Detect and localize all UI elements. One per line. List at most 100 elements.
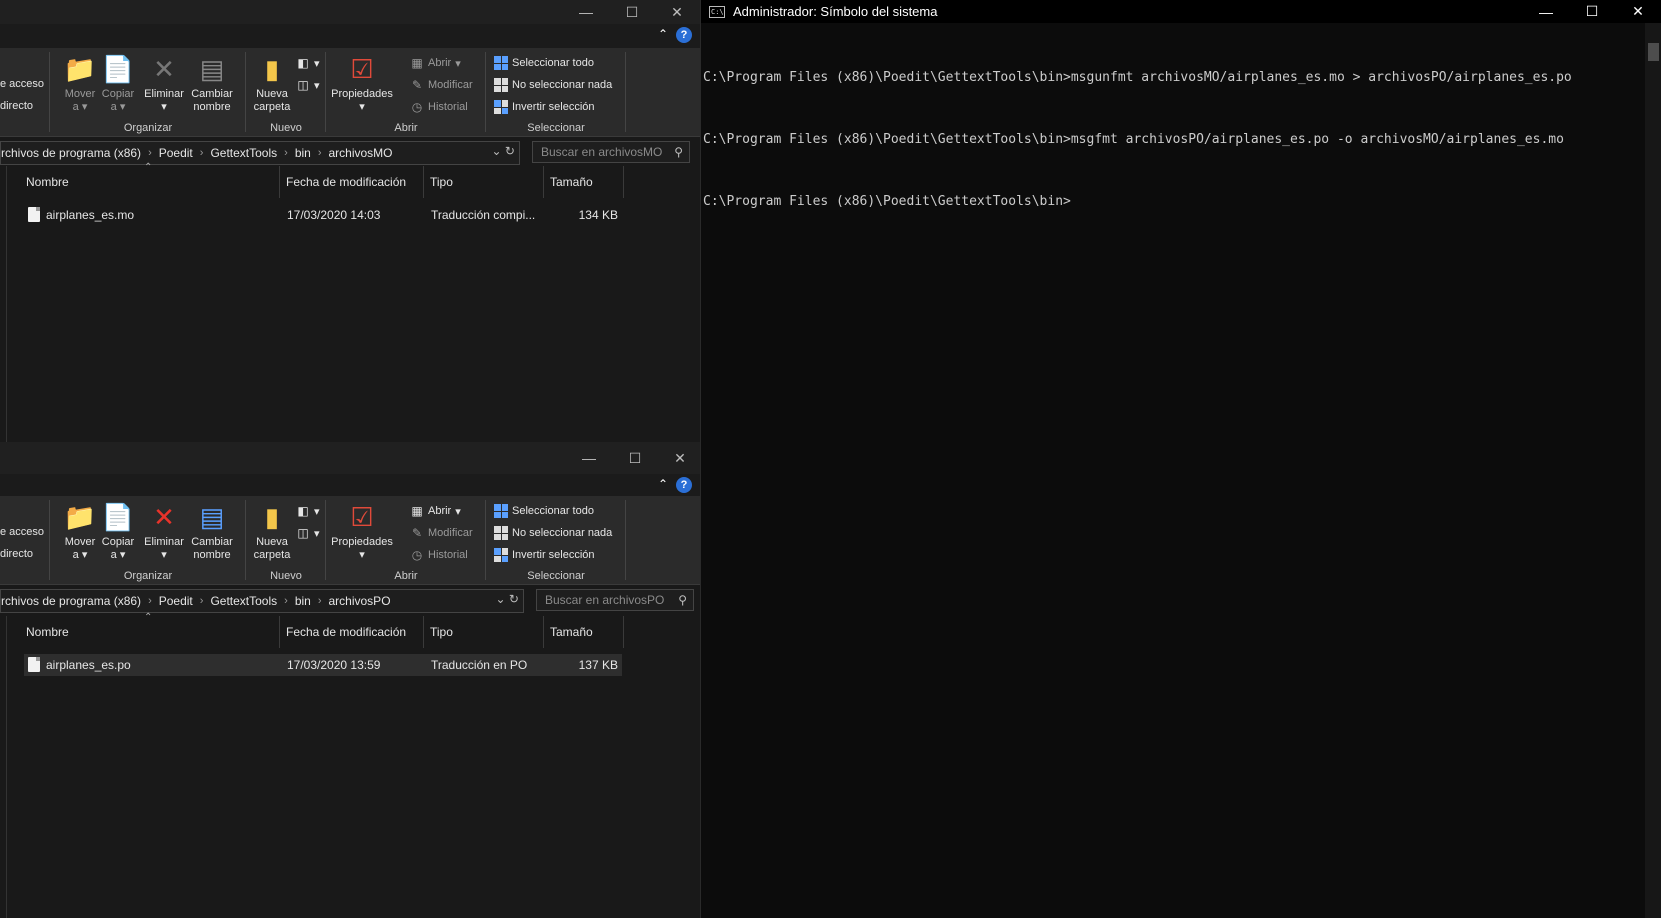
column-header-tamano[interactable]: Tamaño: [544, 616, 624, 648]
help-icon[interactable]: ?: [676, 27, 692, 43]
eliminar-button[interactable]: ✕ Eliminar ▾: [142, 52, 186, 114]
minimize-icon[interactable]: —: [1523, 0, 1569, 23]
modificar-button[interactable]: ✎ Modificar: [410, 526, 473, 540]
scrollbar-thumb[interactable]: [1648, 43, 1659, 61]
maximize-icon[interactable]: ☐: [1569, 0, 1615, 23]
chevron-right-icon[interactable]: ›: [284, 147, 288, 159]
maximize-icon[interactable]: ☐: [609, 0, 655, 24]
chevron-right-icon[interactable]: ›: [148, 147, 152, 159]
file-name: airplanes_es.po: [46, 658, 131, 672]
chevron-right-icon[interactable]: ›: [148, 595, 152, 607]
seleccionar-todo-label: Seleccionar todo: [512, 505, 594, 517]
no-seleccionar-nada-button[interactable]: No seleccionar nada: [494, 526, 612, 540]
seleccionar-todo-button[interactable]: Seleccionar todo: [494, 56, 594, 70]
column-header-nombre[interactable]: Nombre: [20, 166, 280, 198]
column-header-tipo[interactable]: Tipo: [424, 616, 544, 648]
fecha-label: Fecha de modificación: [286, 175, 407, 189]
abrir-button[interactable]: ▦ Abrir ▾: [410, 56, 460, 70]
column-header-tamano[interactable]: Tamaño: [544, 166, 624, 198]
terminal-output[interactable]: C:\Program Files (x86)\Poedit\GettextToo…: [703, 40, 1572, 256]
copiar-a-button[interactable]: 📄 Copiar a ▾: [96, 500, 140, 562]
breadcrumb-item[interactable]: GettextTools: [210, 594, 277, 608]
file-type: Traducción en PO: [431, 658, 528, 672]
close-icon[interactable]: ✕: [1615, 0, 1661, 23]
refresh-icon[interactable]: ⌄ ↻: [496, 592, 519, 606]
close-icon[interactable]: ✕: [654, 0, 700, 24]
minimize-icon[interactable]: —: [563, 0, 609, 24]
address-bar[interactable]: rchivos de programa (x86) › Poedit › Gette…: [0, 141, 520, 165]
invertir-label: Invertir selección: [512, 101, 595, 113]
column-header-tipo[interactable]: Tipo: [424, 166, 544, 198]
nueva-carpeta-button[interactable]: ▮ Nueva carpeta: [250, 52, 294, 114]
abrir-button[interactable]: ▦ Abrir ▾: [410, 504, 460, 518]
breadcrumb-item[interactable]: GettextTools: [210, 146, 277, 160]
seleccionar-todo-button[interactable]: Seleccionar todo: [494, 504, 594, 518]
open-icon: ▦: [411, 504, 423, 518]
cambiar-nombre-button[interactable]: ▤ Cambiar nombre: [190, 500, 234, 562]
copiar-a-label: a: [110, 549, 117, 561]
column-header-fecha[interactable]: Fecha de modificación: [280, 166, 424, 198]
history-icon: ◷: [411, 548, 423, 562]
pegar-acceso-directo-button[interactable]: e acceso: [0, 78, 44, 90]
navigation-pane-edge[interactable]: [0, 166, 7, 442]
copiar-a-button[interactable]: 📄 Copiar a ▾: [96, 52, 140, 114]
file-row[interactable]: airplanes_es.po 17/03/2020 13:59 Traducc…: [24, 654, 622, 676]
select-all-icon: [494, 504, 508, 518]
cambiar-label: Cambiar: [191, 536, 233, 548]
search-input[interactable]: Buscar en archivosMO ⚲: [532, 141, 690, 163]
invertir-seleccion-button[interactable]: Invertir selección: [494, 548, 595, 562]
acceso-facil-button[interactable]: ◫ ▾: [296, 78, 319, 92]
breadcrumb-item[interactable]: rchivos de programa (x86): [1, 594, 141, 608]
chevron-up-icon[interactable]: ⌃: [658, 27, 668, 41]
ribbon-group-organizar: 📁 Mover a ▾ 📄 Copiar a ▾ ✕ Eliminar ▾ ▤ Cambiar…: [50, 48, 246, 136]
breadcrumb-item[interactable]: bin: [295, 146, 311, 160]
eliminar-button[interactable]: ✕ Eliminar ▾: [142, 500, 186, 562]
chevron-right-icon[interactable]: ›: [318, 595, 322, 607]
column-header-nombre[interactable]: Nombre: [20, 616, 280, 648]
breadcrumb-item[interactable]: Poedit: [159, 146, 193, 160]
nombre-label: nombre: [193, 101, 231, 113]
invert-selection-icon: [494, 100, 508, 114]
breadcrumb-item[interactable]: Poedit: [159, 594, 193, 608]
modificar-button[interactable]: ✎ Modificar: [410, 78, 473, 92]
column-header-fecha[interactable]: Fecha de modificación: [280, 616, 424, 648]
breadcrumb-item[interactable]: bin: [295, 594, 311, 608]
address-bar[interactable]: rchivos de programa (x86) › Poedit › Gette…: [0, 589, 524, 613]
help-icon[interactable]: ?: [676, 477, 692, 493]
file-row[interactable]: airplanes_es.mo 17/03/2020 14:03 Traducc…: [24, 204, 622, 226]
acceso-facil-button[interactable]: ◫ ▾: [296, 526, 319, 540]
breadcrumb-item-current[interactable]: archivosPO: [329, 594, 391, 608]
propiedades-button[interactable]: ☑ Propiedades ▾: [330, 52, 394, 114]
no-seleccionar-nada-button[interactable]: No seleccionar nada: [494, 78, 612, 92]
maximize-icon[interactable]: ☐: [612, 442, 658, 474]
command-prompt-window: C:\ Administrador: Símbolo del sistema —…: [700, 0, 1661, 918]
minimize-icon[interactable]: —: [566, 442, 612, 474]
nuevo-elemento-button[interactable]: ◧ ▾: [296, 504, 319, 518]
invertir-seleccion-button[interactable]: Invertir selección: [494, 100, 595, 114]
mover-label: Mover: [64, 88, 96, 100]
navigation-pane-edge[interactable]: [0, 616, 7, 918]
propiedades-button[interactable]: ☑ Propiedades ▾: [330, 500, 394, 562]
historial-button[interactable]: ◷ Historial: [410, 100, 468, 114]
chevron-right-icon[interactable]: ›: [284, 595, 288, 607]
nueva-carpeta-button[interactable]: ▮ Nueva carpeta: [250, 500, 294, 562]
refresh-icon[interactable]: ⌄ ↻: [492, 144, 515, 158]
historial-button[interactable]: ◷ Historial: [410, 548, 468, 562]
search-input[interactable]: Buscar en archivosPO ⚲: [536, 589, 694, 611]
explorer-titlebar: — ☐ ✕: [0, 0, 700, 24]
breadcrumb-item[interactable]: rchivos de programa (x86): [1, 146, 141, 160]
scrollbar[interactable]: [1645, 23, 1661, 918]
breadcrumb-item-current[interactable]: archivosMO: [329, 146, 393, 160]
nuevo-elemento-button[interactable]: ◧ ▾: [296, 56, 319, 70]
chevron-right-icon[interactable]: ›: [318, 147, 322, 159]
cambiar-nombre-button[interactable]: ▤ Cambiar nombre: [190, 52, 234, 114]
chevron-right-icon[interactable]: ›: [200, 595, 204, 607]
chevron-up-icon[interactable]: ⌃: [658, 477, 668, 491]
cambiar-label: Cambiar: [191, 88, 233, 100]
close-icon[interactable]: ✕: [657, 442, 700, 474]
chevron-right-icon[interactable]: ›: [200, 147, 204, 159]
group-separator: [625, 52, 626, 132]
pegar-acceso-directo-button[interactable]: e acceso: [0, 526, 44, 538]
terminal-prompt[interactable]: C:\Program Files (x86)\Poedit\GettextToo…: [703, 194, 1572, 226]
group-label-abrir: Abrir: [394, 122, 418, 134]
